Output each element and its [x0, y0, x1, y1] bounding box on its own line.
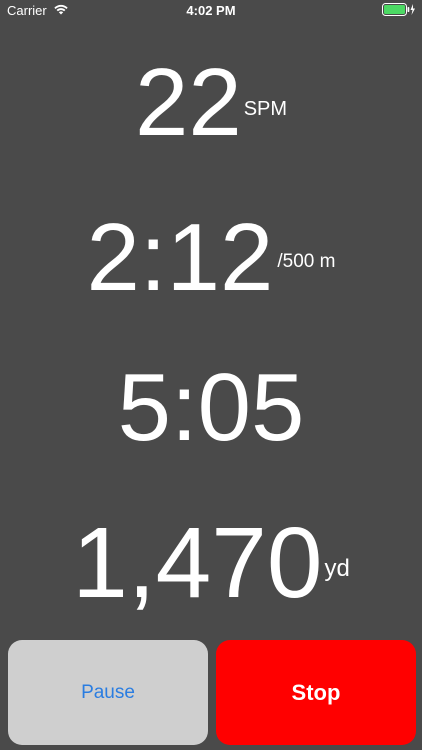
elapsed-time-display: 5:05: [0, 360, 422, 456]
pace-unit: /500 m: [277, 251, 336, 272]
status-time: 4:02 PM: [186, 3, 236, 18]
status-right: [382, 3, 416, 19]
battery-charging-icon: [382, 3, 416, 19]
distance-display: 1,470yd: [0, 513, 422, 613]
elapsed-time-value: 5:05: [117, 354, 305, 461]
pace-display: 2:12/500 m: [0, 210, 422, 306]
pause-button[interactable]: Pause: [8, 640, 208, 745]
stop-button[interactable]: Stop: [216, 640, 416, 745]
distance-unit: yd: [324, 555, 350, 582]
status-bar: Carrier 4:02 PM: [0, 0, 422, 22]
distance-value: 1,470: [72, 507, 323, 619]
stroke-rate-display: 22 SPM: [0, 55, 422, 151]
stroke-rate-unit: SPM: [243, 98, 288, 120]
pace-value: 2:12: [86, 204, 274, 311]
stroke-rate-value: 22: [134, 49, 242, 156]
